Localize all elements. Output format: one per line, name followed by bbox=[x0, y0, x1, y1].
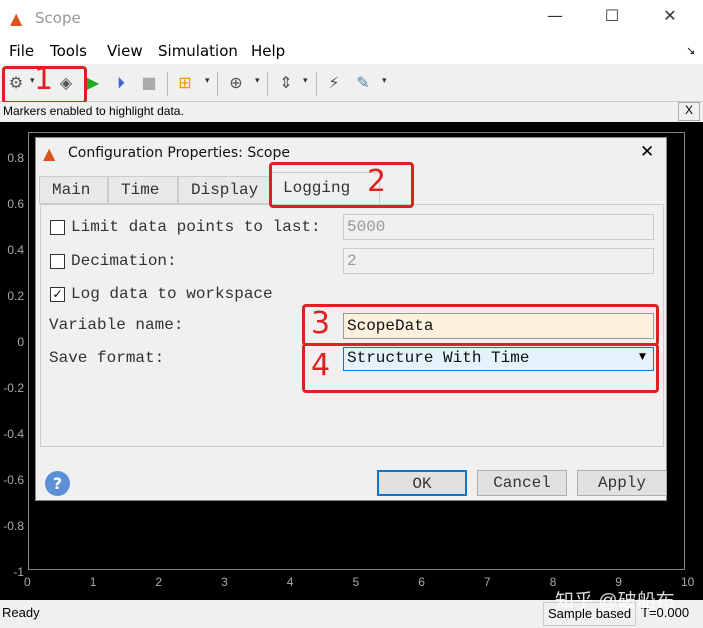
signal-icon[interactable]: ⊞ bbox=[174, 73, 196, 93]
x-tick-label: 10 bbox=[681, 575, 695, 589]
menu-view[interactable]: View bbox=[107, 42, 143, 60]
tab-main[interactable]: Main bbox=[39, 176, 108, 204]
y-tick-label: -0.6 bbox=[3, 473, 24, 487]
menu-simulation[interactable]: Simulation bbox=[158, 42, 238, 60]
decimation-label: Decimation: bbox=[71, 252, 177, 270]
x-tick-label: 3 bbox=[221, 575, 228, 589]
status-bar: Ready Sample based T=0.000 知乎 @破船布 bbox=[0, 591, 703, 628]
window-title: Scope bbox=[35, 9, 81, 27]
y-tick-label: 0 bbox=[17, 335, 24, 349]
dialog-close-button[interactable]: ✕ bbox=[640, 142, 654, 162]
status-text: Ready bbox=[2, 605, 40, 620]
varname-label: Variable name: bbox=[49, 316, 184, 334]
annotation-number: 3 bbox=[311, 306, 331, 341]
x-tick-label: 4 bbox=[286, 575, 294, 589]
limit-label: Limit data points to last: bbox=[71, 218, 321, 236]
watermark: 知乎 @破船布 bbox=[555, 591, 675, 612]
y-tick-label: 0.8 bbox=[7, 151, 24, 165]
message-bar: Markers enabled to highlight data. X bbox=[0, 102, 703, 122]
ok-button[interactable]: OK bbox=[377, 470, 467, 496]
decimation-checkbox[interactable] bbox=[50, 254, 65, 269]
y-tick-label: 0.6 bbox=[7, 197, 24, 211]
log-label: Log data to workspace bbox=[71, 285, 273, 303]
limit-input[interactable]: 5000 bbox=[343, 214, 654, 240]
title-bar: ▲ Scope — ☐ ✕ bbox=[0, 0, 703, 38]
limit-checkbox[interactable] bbox=[50, 220, 65, 235]
x-tick-label: 5 bbox=[352, 575, 360, 589]
dialog-title: Configuration Properties: Scope bbox=[68, 145, 290, 161]
tab-display[interactable]: Display bbox=[178, 176, 270, 204]
message-close-button[interactable]: X bbox=[678, 102, 700, 121]
x-tick-label: 6 bbox=[418, 575, 425, 589]
stop-icon[interactable]: ■ bbox=[138, 73, 160, 93]
annotation-box-2 bbox=[269, 162, 414, 208]
cancel-button[interactable]: Cancel bbox=[477, 470, 567, 496]
maximize-button[interactable]: ☐ bbox=[597, 6, 627, 25]
menu-tools[interactable]: Tools bbox=[50, 42, 87, 60]
y-tick-label: -0.4 bbox=[3, 427, 24, 441]
x-tick-label: 2 bbox=[155, 575, 163, 589]
log-checkbox[interactable]: ✓ bbox=[50, 287, 65, 302]
decimation-input[interactable]: 2 bbox=[343, 248, 654, 274]
matlab-logo-icon: ▲ bbox=[10, 9, 23, 28]
format-label: Save format: bbox=[49, 349, 165, 367]
measurements-icon[interactable]: ✎ bbox=[352, 73, 374, 93]
minimize-button[interactable]: — bbox=[540, 6, 570, 25]
annotation-number: 4 bbox=[311, 348, 331, 383]
y-tick-label: 0.4 bbox=[7, 243, 24, 257]
message-text: Markers enabled to highlight data. bbox=[3, 104, 184, 118]
x-tick-label: 1 bbox=[89, 575, 97, 589]
apply-button[interactable]: Apply bbox=[577, 470, 667, 496]
x-tick-label: 0 bbox=[24, 575, 31, 589]
menu-file[interactable]: File bbox=[9, 42, 34, 60]
step-forward-icon[interactable]: ⏵ bbox=[110, 73, 132, 93]
triggers-icon[interactable]: ⚡ bbox=[323, 73, 345, 93]
annotation-number: 2 bbox=[367, 164, 387, 199]
y-tick-label: 0.2 bbox=[7, 289, 24, 303]
config-dialog: ▲ Configuration Properties: Scope ✕ Main… bbox=[35, 137, 667, 501]
dock-icon[interactable]: ↘ bbox=[686, 44, 695, 57]
menu-bar: File Tools View Simulation Help ↘ bbox=[0, 38, 703, 64]
matlab-logo-icon: ▲ bbox=[43, 144, 56, 163]
zoom-in-icon[interactable]: ⊕ bbox=[225, 73, 247, 93]
annotation-box-4 bbox=[302, 343, 659, 393]
y-tick-label: -1 bbox=[13, 565, 24, 579]
help-icon[interactable]: ? bbox=[45, 471, 70, 496]
y-tick-label: -0.2 bbox=[3, 381, 24, 395]
toolbar: ⚙ ▾ ◈ ▶ ⏵ ■ ⊞ ▾ ⊕ ▾ ⇕ ▾ ⚡ ✎ ▾ 1 bbox=[0, 62, 703, 104]
annotation-box-3 bbox=[302, 304, 659, 346]
tab-time[interactable]: Time bbox=[108, 176, 178, 204]
x-tick-label: 7 bbox=[483, 575, 491, 589]
scale-axes-icon[interactable]: ⇕ bbox=[275, 73, 297, 93]
y-tick-label: -0.8 bbox=[3, 519, 24, 533]
annotation-number: 1 bbox=[34, 62, 54, 97]
menu-help[interactable]: Help bbox=[251, 42, 285, 60]
close-button[interactable]: ✕ bbox=[655, 6, 685, 25]
